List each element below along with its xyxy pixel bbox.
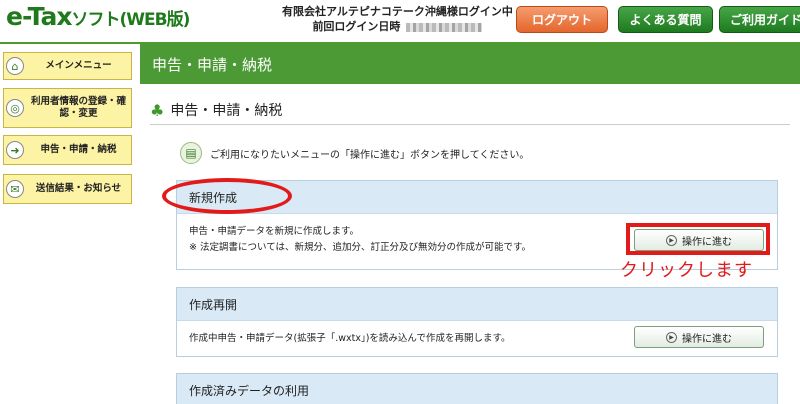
- panel-header: 作成済みデータの利用: [177, 374, 777, 404]
- instruction-row: ▤ ご利用になりたいメニューの「操作に進む」ボタンを押してください。: [180, 142, 529, 164]
- etax-logo: e-Taxソフト(WEB版): [6, 2, 190, 31]
- last-login-row: 前回ログイン日時: [282, 19, 513, 34]
- login-user-name: 有限会社アルテピナコテーク沖縄様ログイン中: [282, 5, 513, 18]
- logo-sub-text: ソフト(WEB版): [71, 10, 190, 30]
- logo-main-text: e-Tax: [6, 2, 72, 31]
- play-icon: ▶: [666, 331, 677, 343]
- page-title: 申告・申請・納税: [152, 55, 273, 74]
- sidebar-item-main-menu[interactable]: ⌂ メインメニュー: [3, 52, 132, 80]
- last-login-value-masked: [406, 22, 483, 32]
- sidebar: ⌂ メインメニュー ◎ 利用者情報の登録・確認・変更 ➜ 申告・申請・納税 ✉ …: [0, 44, 140, 404]
- user-guide-button[interactable]: ご利用ガイド: [719, 6, 800, 33]
- document-arrow-icon: ➜: [6, 141, 24, 159]
- proceed-button-label: 操作に進む: [682, 333, 732, 345]
- document-icon: ▤: [180, 142, 202, 164]
- sidebar-item-user-info[interactable]: ◎ 利用者情報の登録・確認・変更: [3, 88, 132, 128]
- user-settings-icon: ◎: [6, 99, 24, 117]
- annotation-ellipse: [162, 178, 292, 214]
- faq-button[interactable]: よくある質問: [618, 6, 713, 33]
- clover-icon: ♣: [150, 100, 165, 120]
- sidebar-item-results-notices[interactable]: ✉ 送信結果・お知らせ: [3, 174, 132, 204]
- instruction-text: ご利用になりたいメニューの「操作に進む」ボタンを押してください。: [210, 149, 530, 161]
- last-login-label: 前回ログイン日時: [312, 20, 401, 33]
- section-divider: [150, 124, 790, 125]
- panel-title: 作成済みデータの利用: [189, 383, 310, 398]
- panel-header: 作成再開: [177, 288, 777, 321]
- page-title-banner: 申告・申請・納税: [140, 44, 800, 84]
- app-header: e-Taxソフト(WEB版) 有限会社アルテピナコテーク沖縄様ログイン中 前回ロ…: [0, 0, 800, 42]
- notice-icon: ✉: [6, 180, 24, 198]
- panel-title: 作成再開: [189, 297, 238, 312]
- section-heading: ♣ 申告・申請・納税: [150, 100, 282, 120]
- sidebar-item-declaration[interactable]: ➜ 申告・申請・納税: [3, 135, 132, 165]
- proceed-button-resume[interactable]: ▶ 操作に進む: [634, 326, 764, 348]
- annotation-highlight-box: [626, 223, 770, 255]
- section-title: 申告・申請・納税: [170, 103, 283, 119]
- home-icon: ⌂: [6, 57, 24, 75]
- logout-button[interactable]: ログアウト: [516, 6, 608, 33]
- login-info: 有限会社アルテピナコテーク沖縄様ログイン中 前回ログイン日時: [282, 4, 513, 34]
- panel-use-existing-data: 作成済みデータの利用: [176, 373, 778, 404]
- annotation-callout-text: クリックします: [620, 260, 753, 281]
